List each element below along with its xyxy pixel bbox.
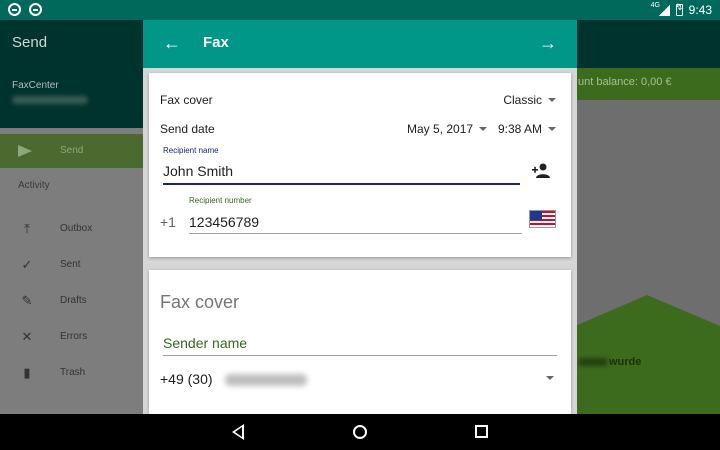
balance-bar: unt balance: 0,00 €: [575, 68, 720, 100]
drawer-item-send[interactable]: Send: [0, 134, 143, 168]
sender-number-prefix: +49 (30): [160, 371, 213, 387]
add-contact-icon[interactable]: [531, 163, 551, 179]
drawer-item-label: Sent: [60, 259, 81, 270]
promo-blurred: [579, 358, 607, 366]
drawer-item-label: Outbox: [60, 223, 93, 234]
drawer-header: FaxCenter: [0, 68, 143, 128]
dialog-title: Fax: [203, 34, 229, 51]
battery-icon: [675, 2, 683, 16]
drawer-item-label: Errors: [60, 331, 88, 342]
fax-cover-card: Fax cover Sender name +49 (30): [149, 270, 571, 414]
drawer-item-errors[interactable]: ✕ Errors: [0, 320, 143, 356]
chevron-down-icon: [479, 127, 488, 131]
fax-cover-section-title: Fax cover: [160, 292, 240, 312]
promo-banner: wurde: [575, 326, 720, 414]
date-value: May 5, 2017: [407, 122, 474, 136]
sender-name-input[interactable]: Sender name: [163, 335, 247, 351]
fax-cover-value: Classic: [503, 93, 542, 107]
recipient-name-underline: [163, 183, 520, 185]
us-flag-icon[interactable]: [529, 210, 556, 228]
nav-home-icon[interactable]: [353, 425, 367, 439]
signal-icon: 4G: [651, 2, 670, 16]
check-icon: ✓: [21, 257, 33, 272]
nav-drawer: Send Activity ⤒ Outbox ✓ Sent ✎ Drafts ✕…: [0, 128, 143, 414]
send-icon: [18, 145, 32, 157]
drawer-item-label: Drafts: [60, 295, 87, 306]
date-dropdown[interactable]: May 5, 2017: [407, 122, 488, 136]
fax-dialog: ← Fax → Fax cover Classic Send date May …: [143, 20, 577, 414]
notification-icon: [8, 3, 21, 16]
chevron-down-icon: [548, 98, 556, 102]
recipient-name-input[interactable]: John Smith: [163, 163, 233, 179]
account-name: FaxCenter: [12, 80, 59, 91]
chevron-down-icon[interactable]: [546, 376, 554, 380]
drawer-item-label: Trash: [60, 367, 86, 378]
recipient-number-label: Recipient number: [189, 196, 252, 205]
recipient-name-label: Recipient name: [163, 146, 219, 155]
promo-text: wurde: [609, 356, 642, 368]
drawer-item-sent[interactable]: ✓ Sent: [0, 248, 143, 284]
account-email-blurred: [12, 96, 88, 104]
upload-icon: ⤒: [24, 221, 30, 236]
fax-cover-label: Fax cover: [160, 93, 213, 107]
back-arrow-icon[interactable]: ←: [163, 33, 183, 53]
sender-name-underline: [163, 355, 557, 356]
recipient-number-input[interactable]: 123456789: [189, 214, 259, 230]
country-code: +1: [160, 214, 176, 230]
dialog-toolbar: ← Fax →: [143, 20, 577, 68]
background-title: Send: [12, 34, 48, 51]
drawer-item-outbox[interactable]: ⤒ Outbox: [0, 212, 143, 248]
network-type: 4G: [650, 1, 660, 9]
nav-recents-icon[interactable]: [475, 425, 488, 438]
recipient-number-underline: [189, 233, 522, 234]
trash-icon: ▮: [23, 365, 31, 380]
pencil-icon: ✎: [21, 293, 33, 308]
nav-back-icon[interactable]: [232, 424, 244, 440]
next-arrow-icon[interactable]: →: [539, 33, 559, 53]
drawer-item-trash[interactable]: ▮ Trash: [0, 356, 143, 392]
clock: 9:43: [688, 3, 712, 17]
x-icon: ✕: [21, 329, 33, 344]
send-date-label: Send date: [160, 122, 215, 136]
chevron-down-icon: [548, 127, 556, 131]
navigation-bar: [0, 414, 720, 450]
time-dropdown[interactable]: 9:38 AM: [498, 122, 556, 136]
drawer-item-label: Send: [60, 145, 84, 156]
drawer-item-drafts[interactable]: ✎ Drafts: [0, 284, 143, 320]
promo-shape: [575, 295, 720, 326]
status-bar: 4G 9:43: [0, 0, 720, 20]
balance-text: unt balance: 0,00 €: [578, 76, 672, 88]
fax-cover-dropdown[interactable]: Classic: [503, 93, 556, 107]
drawer-section-label: Activity: [18, 180, 50, 191]
recipient-card: Fax cover Classic Send date May 5, 2017 …: [149, 73, 571, 257]
sender-number-blurred: [225, 374, 307, 386]
time-value: 9:38 AM: [497, 122, 542, 136]
notification-icon: [29, 3, 42, 16]
